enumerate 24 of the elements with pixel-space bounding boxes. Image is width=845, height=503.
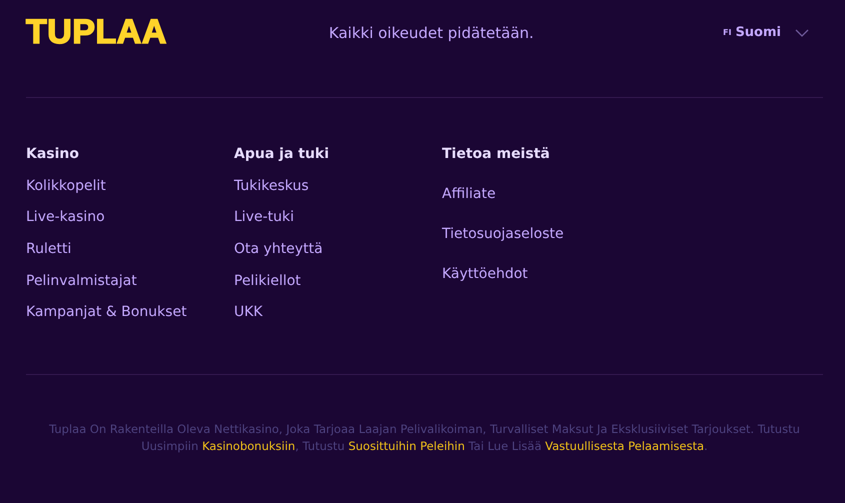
- footer-link[interactable]: Pelikiellot: [234, 272, 442, 304]
- description-link[interactable]: Kasinobonuksiin: [202, 439, 296, 453]
- footer-link[interactable]: Live-tuki: [234, 208, 442, 240]
- footer-link[interactable]: Ota yhteyttä: [234, 240, 442, 272]
- footer-link[interactable]: Pelinvalmistajat: [26, 272, 234, 304]
- footer-link[interactable]: UKK: [234, 303, 442, 336]
- footer-link[interactable]: Kampanjat & Bonukset: [26, 303, 234, 336]
- footer-link[interactable]: Kolikkopelit: [26, 176, 234, 208]
- description-link[interactable]: Vastuullisesta Pelaamisesta: [545, 439, 704, 453]
- footer-link[interactable]: Live-kasino: [26, 208, 234, 240]
- logo[interactable]: TUPLAA: [26, 13, 167, 52]
- footer-link[interactable]: Tietosuojaseloste: [442, 225, 650, 265]
- footer-link[interactable]: Ruletti: [26, 240, 234, 272]
- footer-link[interactable]: Affiliate: [442, 185, 650, 225]
- column-heading: Tietoa meistä: [442, 145, 551, 164]
- chevron-down-icon: [795, 28, 809, 36]
- language-selector[interactable]: FI Suomi: [722, 25, 809, 40]
- copyright-text: Kaikki oikeudet pidätetään.: [328, 24, 534, 42]
- description-paragraph: Tuplaa On Rakenteilla Oleva Nettikasino, Joka Tarjoaa Laajan Pelivalikoiman, Turvalliset Maksut Ja Eksklusiiviset Tarjoukset. Tutustu Uusimpiin Kasinobonuksiin, Tutustu Suosittuihin Peleihin Tai Lue Lisää Vastuullisesta Pelaamisesta.: [48, 421, 801, 455]
- footer-link[interactable]: Tukikeskus: [234, 176, 442, 208]
- description-link[interactable]: Suosittuihin Peleihin: [348, 439, 465, 453]
- column-heading: Kasino: [26, 145, 80, 164]
- column-heading: Apua ja tuki: [234, 145, 330, 164]
- footer-link[interactable]: Käyttöehdot: [442, 265, 650, 305]
